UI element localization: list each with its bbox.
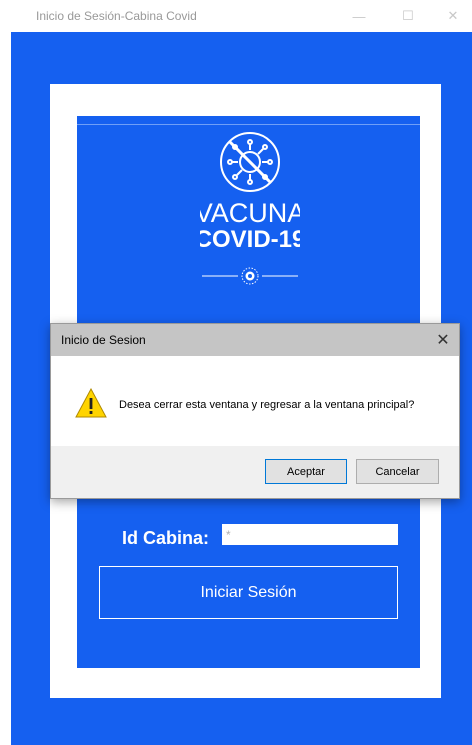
dialog-titlebar: Inicio de Sesion ✕ bbox=[51, 324, 459, 356]
emblem-icon bbox=[202, 267, 298, 285]
close-window-button[interactable]: ✕ bbox=[434, 0, 472, 32]
virus-icon bbox=[220, 132, 280, 192]
minimize-button[interactable]: — bbox=[340, 0, 378, 32]
login-button[interactable]: Iniciar Sesión bbox=[99, 566, 398, 619]
logo-text-covid: COVID-19 bbox=[200, 226, 300, 253]
id-cabina-input[interactable] bbox=[222, 524, 398, 545]
maximize-button[interactable]: ☐ bbox=[389, 0, 427, 32]
confirm-dialog: Inicio de Sesion ✕ Desea cerrar esta ven… bbox=[50, 323, 460, 499]
dialog-close-button[interactable]: ✕ bbox=[427, 324, 459, 356]
window-titlebar: Inicio de Sesión-Cabina Covid — ☐ ✕ bbox=[0, 0, 472, 32]
dialog-message: Desea cerrar esta ventana y regresar a l… bbox=[119, 399, 415, 411]
cancel-button[interactable]: Cancelar bbox=[356, 459, 439, 484]
dialog-title: Inicio de Sesion bbox=[61, 333, 146, 347]
id-cabina-label: Id Cabina: bbox=[122, 528, 210, 548]
warning-icon bbox=[75, 388, 107, 418]
vacuna-covid-logo: VACUNA COVID-19 bbox=[200, 132, 300, 285]
panel-divider bbox=[77, 124, 420, 125]
accept-button[interactable]: Aceptar bbox=[265, 459, 347, 484]
logo-text-vacuna: VACUNA bbox=[200, 198, 300, 228]
window-title: Inicio de Sesión-Cabina Covid bbox=[36, 9, 197, 23]
